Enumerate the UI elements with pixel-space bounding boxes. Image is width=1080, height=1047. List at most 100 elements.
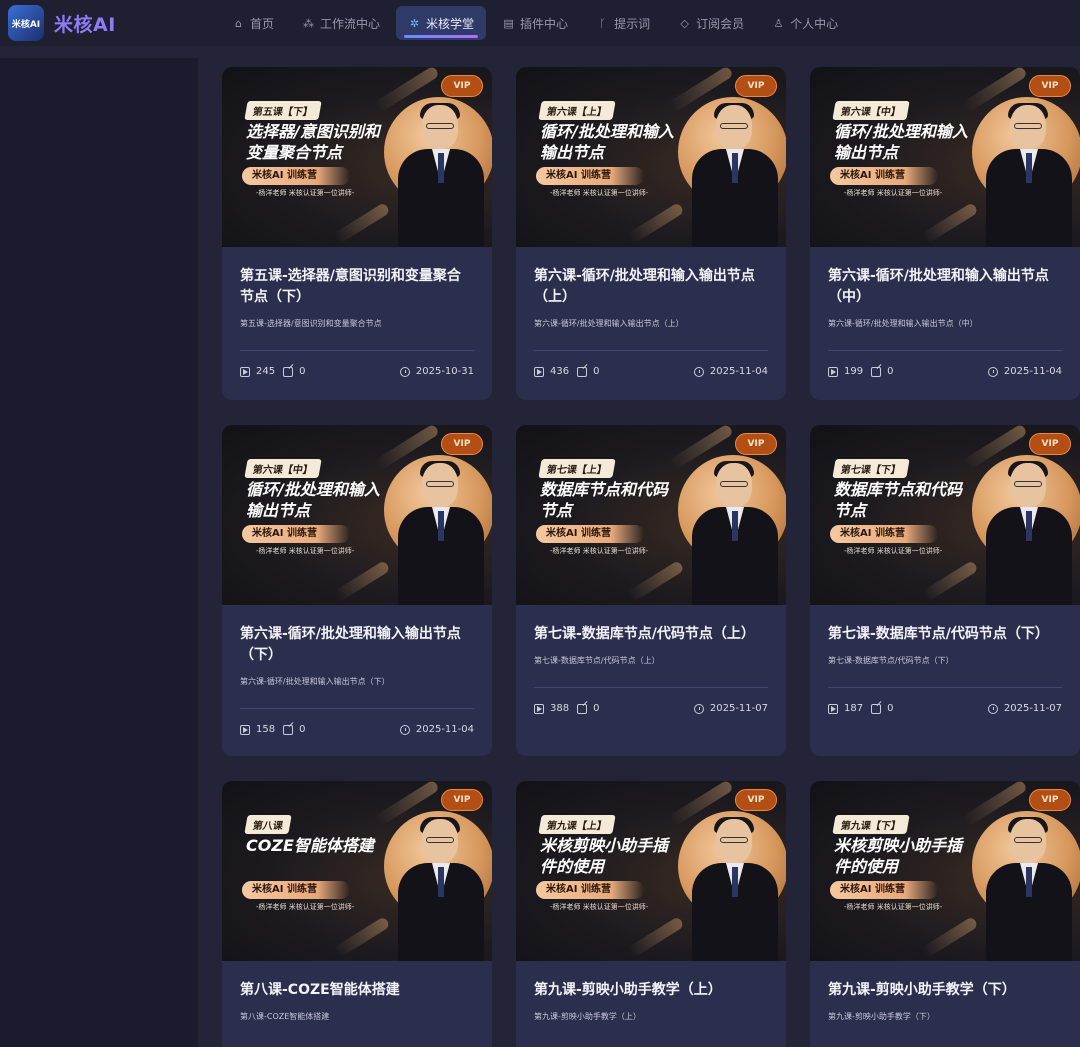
course-card[interactable]: VIP 第六课【中】 循环/批处理和输入输出节点 米核AI 训练营 -杨洋老师 …	[810, 67, 1080, 400]
publish-date: 2025-11-07	[709, 703, 768, 714]
nav-item-plugin-center[interactable]: ▤ 插件中心	[490, 6, 580, 40]
brand[interactable]: 米核AI 米核AI	[8, 5, 220, 41]
course-title[interactable]: 第九课-剪映小助手教学（上）	[534, 980, 768, 1001]
course-card[interactable]: VIP 第七课【上】 数据库节点和代码节点 米核AI 训练营 -杨洋老师 米核认…	[516, 425, 786, 756]
cover-teacher: -杨洋老师 米核认证第一位讲师-	[256, 903, 355, 911]
course-title[interactable]: 第八课-COZE智能体搭建	[240, 980, 474, 1001]
publish-date: 2025-10-31	[415, 366, 474, 377]
course-cover: VIP 第九课【下】 米核剪映小助手插件的使用 米核AI 训练营 -杨洋老师 米…	[810, 781, 1080, 961]
nav-item-workflow-center[interactable]: ⁂ 工作流中心	[290, 6, 392, 40]
note-icon	[871, 703, 882, 714]
cover-teacher: -杨洋老师 米核认证第一位讲师-	[844, 189, 943, 197]
cover-teacher: -杨洋老师 米核认证第一位讲师-	[550, 547, 649, 555]
cover-title: 循环/批处理和输入输出节点	[834, 122, 968, 162]
cover-teacher: -杨洋老师 米核认证第一位讲师-	[550, 189, 649, 197]
cover-title: 数据库节点和代码节点	[540, 480, 669, 520]
play-count: 245	[256, 366, 276, 377]
nav-item-academy[interactable]: ✲ 米核学堂	[396, 6, 487, 40]
course-title[interactable]: 第五课-选择器/意图识别和变量聚合节点（下）	[240, 266, 474, 308]
note-count: 0	[887, 703, 894, 714]
note-count: 0	[593, 703, 600, 714]
nav-label: 米核学堂	[426, 16, 475, 31]
play-count: 388	[550, 703, 570, 714]
cover-teacher: -杨洋老师 米核认证第一位讲师-	[844, 903, 943, 911]
course-title[interactable]: 第六课-循环/批处理和输入输出节点（上）	[534, 266, 768, 308]
cover-lesson-tag: 第六课【中】	[832, 101, 910, 120]
note-icon	[871, 366, 882, 377]
course-cover: VIP 第六课【上】 循环/批处理和输入输出节点 米核AI 训练营 -杨洋老师 …	[516, 67, 786, 247]
course-card[interactable]: VIP 第五课【下】 选择器/意图识别和变量聚合节点 米核AI 训练营 -杨洋老…	[222, 67, 492, 400]
vip-badge: VIP	[1029, 433, 1071, 455]
note-icon	[577, 366, 588, 377]
course-subtitle: 第六课-循环/批处理和输入输出节点（中）	[828, 319, 978, 328]
course-card[interactable]: VIP 第六课【中】 循环/批处理和输入输出节点 米核AI 训练营 -杨洋老师 …	[222, 425, 492, 756]
course-meta: 187 0 2025-11-07	[828, 688, 1062, 729]
cover-camp-label: 米核AI 训练营	[242, 525, 350, 543]
top-navigation-bar: 米核AI 米核AI ⌂ 首页 ⁂ 工作流中心 ✲ 米核学堂 ▤ 插件中心 ᚴ 提示词 ◇ 订…	[0, 0, 1080, 46]
nav-item-home[interactable]: ⌂ 首页	[220, 6, 286, 40]
vip-badge: VIP	[735, 75, 777, 97]
publish-date: 2025-11-04	[415, 724, 474, 735]
cover-camp-label: 米核AI 训练营	[536, 881, 644, 899]
course-subtitle: 第九课-剪映小助手教学（下）	[828, 1012, 935, 1021]
cover-camp-label: 米核AI 训练营	[830, 525, 938, 543]
instructor-photo	[986, 461, 1072, 605]
diamond-icon: ◇	[680, 16, 689, 30]
cover-title: COZE智能体搭建	[246, 836, 374, 855]
cover-title: 选择器/意图识别和变量聚合节点	[246, 122, 380, 162]
cover-lesson-tag: 第九课【下】	[832, 815, 910, 834]
course-card[interactable]: VIP 第七课【下】 数据库节点和代码节点 米核AI 训练营 -杨洋老师 米核认…	[810, 425, 1080, 756]
cover-teacher: -杨洋老师 米核认证第一位讲师-	[844, 547, 943, 555]
cover-lesson-tag: 第六课【上】	[538, 101, 616, 120]
cover-title: 数据库节点和代码节点	[834, 480, 963, 520]
play-icon	[828, 366, 838, 377]
note-count: 0	[887, 366, 894, 377]
nav-item-membership[interactable]: ◇ 订阅会员	[666, 6, 756, 40]
course-subtitle: 第七课-数据库节点/代码节点（下）	[828, 656, 954, 665]
sidebar	[0, 58, 198, 1047]
cover-lesson-tag: 第七课【下】	[832, 459, 910, 478]
cover-lesson-tag: 第五课【下】	[244, 101, 322, 120]
clock-icon	[399, 724, 410, 735]
course-title[interactable]: 第六课-循环/批处理和输入输出节点（下）	[240, 624, 474, 666]
vip-badge: VIP	[735, 433, 777, 455]
play-icon	[240, 366, 250, 377]
cover-lesson-tag: 第八课	[244, 815, 292, 834]
note-icon	[577, 703, 588, 714]
course-title[interactable]: 第七课-数据库节点/代码节点（上）	[534, 624, 768, 645]
cover-teacher: -杨洋老师 米核认证第一位讲师-	[550, 903, 649, 911]
vip-badge: VIP	[1029, 75, 1071, 97]
course-card[interactable]: VIP 第八课 COZE智能体搭建 米核AI 训练营 -杨洋老师 米核认证第一位…	[222, 781, 492, 1047]
cover-camp-label: 米核AI 训练营	[830, 881, 938, 899]
nav-item-profile[interactable]: ♙ 个人中心	[760, 6, 850, 40]
instructor-photo	[986, 817, 1072, 961]
course-cover: VIP 第六课【中】 循环/批处理和输入输出节点 米核AI 训练营 -杨洋老师 …	[810, 67, 1080, 247]
main-nav: ⌂ 首页 ⁂ 工作流中心 ✲ 米核学堂 ▤ 插件中心 ᚴ 提示词 ◇ 订阅会员 ♙ 个人中心	[220, 0, 854, 46]
clock-icon	[987, 366, 998, 377]
note-count: 0	[299, 724, 306, 735]
course-title[interactable]: 第七课-数据库节点/代码节点（下）	[828, 624, 1062, 645]
cover-camp-label: 米核AI 训练营	[242, 881, 350, 899]
course-subtitle: 第六课-循环/批处理和输入输出节点（下）	[240, 677, 390, 686]
instructor-photo	[398, 461, 484, 605]
play-count: 158	[256, 724, 276, 735]
course-card[interactable]: VIP 第九课【上】 米核剪映小助手插件的使用 米核AI 训练营 -杨洋老师 米…	[516, 781, 786, 1047]
publish-date: 2025-11-07	[1003, 703, 1062, 714]
course-title[interactable]: 第九课-剪映小助手教学（下）	[828, 980, 1062, 1001]
instructor-photo	[398, 817, 484, 961]
cover-lesson-tag: 第六课【中】	[244, 459, 322, 478]
course-subtitle: 第五课-选择器/意图识别和变量聚合节点	[240, 319, 382, 328]
course-meta: 158 0 2025-11-04	[240, 709, 474, 750]
cover-title: 米核剪映小助手插件的使用	[834, 836, 963, 876]
nav-item-prompts[interactable]: ᚴ 提示词	[584, 6, 662, 40]
cover-camp-label: 米核AI 训练营	[536, 167, 644, 185]
course-meta: 245 0 2025-10-31	[240, 351, 474, 392]
play-icon	[534, 366, 544, 377]
course-card[interactable]: VIP 第九课【下】 米核剪映小助手插件的使用 米核AI 训练营 -杨洋老师 米…	[810, 781, 1080, 1047]
instructor-photo	[692, 461, 778, 605]
course-card[interactable]: VIP 第六课【上】 循环/批处理和输入输出节点 米核AI 训练营 -杨洋老师 …	[516, 67, 786, 400]
play-count: 436	[550, 366, 570, 377]
course-subtitle: 第八课-COZE智能体搭建	[240, 1012, 330, 1021]
course-title[interactable]: 第六课-循环/批处理和输入输出节点（中）	[828, 266, 1062, 308]
course-meta: 436 0 2025-11-04	[534, 351, 768, 392]
